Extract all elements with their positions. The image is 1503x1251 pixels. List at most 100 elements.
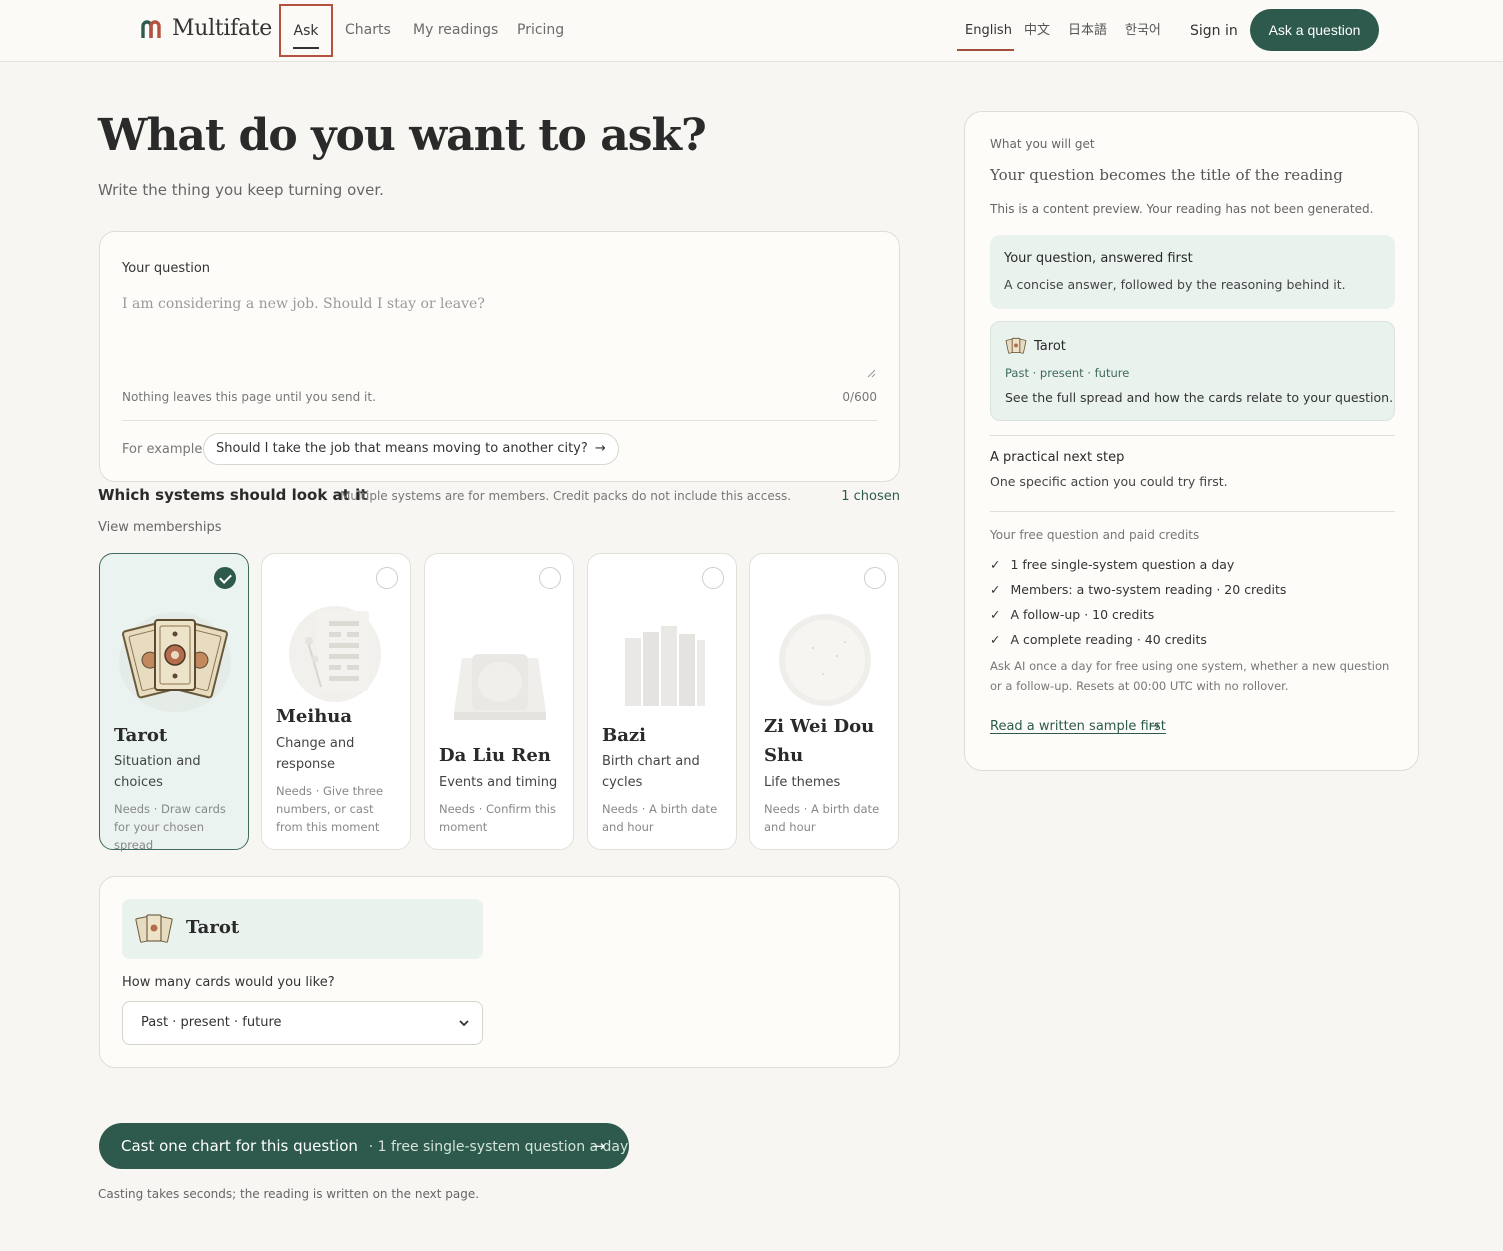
page-subtitle: Write the thing you keep turning over.: [98, 181, 384, 199]
cast-chart-label: Cast one chart for this question: [121, 1137, 358, 1155]
answer-preview-box: Your question, answered first A concise …: [990, 235, 1395, 309]
card-count-label: How many cards would you like?: [122, 975, 335, 990]
credit-text: 1 free single-system question a day: [1010, 557, 1235, 572]
question-card: Your question Nothing leaves this page u…: [99, 231, 900, 482]
view-memberships-link[interactable]: View memberships: [98, 520, 222, 535]
spread-select-value: Past · present · future: [141, 1015, 282, 1030]
privacy-note: Nothing leaves this page until you send …: [122, 390, 376, 404]
sample-reading-link[interactable]: Read a written sample first: [990, 719, 1166, 734]
free-question-note: Ask AI once a day for free using one sys…: [990, 659, 1390, 693]
system-needs: Needs · Give three numbers, or cast from…: [276, 784, 384, 834]
star-plate-icon: [779, 614, 871, 706]
lang-chinese[interactable]: 中文: [1024, 0, 1050, 60]
nav-ask[interactable]: Ask: [279, 4, 333, 57]
systems-note: Multiple systems are for members. Credit…: [340, 489, 792, 503]
credits-title: Your free question and paid credits: [990, 528, 1200, 542]
list-item: ✓ 1 free single-system question a day: [990, 552, 1286, 577]
sign-in-link[interactable]: Sign in: [1190, 0, 1238, 60]
tarot-preview-spread: Past · present · future: [1005, 366, 1130, 380]
divination-board-icon: [454, 654, 546, 720]
system-card-tarot[interactable]: Tarot Situation and choices Needs · Draw…: [99, 553, 249, 852]
tarot-options-header: Tarot: [122, 899, 483, 959]
logo[interactable]: Multifate: [140, 16, 272, 41]
system-card-bazi[interactable]: Bazi Birth chart and cycles Needs · A bi…: [587, 553, 737, 850]
answer-preview-title: Your question, answered first: [1004, 251, 1193, 266]
check-icon: ✓: [990, 582, 1001, 597]
example-label: For example: [122, 442, 203, 457]
divider: [990, 511, 1395, 512]
list-item: ✓ A complete reading · 40 credits: [990, 627, 1286, 652]
question-label: Your question: [122, 261, 211, 276]
panel-kicker: What you will get: [990, 137, 1095, 151]
next-step-title: A practical next step: [990, 450, 1125, 465]
system-name: Bazi: [602, 725, 646, 746]
system-needs: Needs · A birth date and hour: [602, 802, 718, 834]
preview-panel: What you will get Your question becomes …: [964, 111, 1419, 771]
system-card-da-liu-ren[interactable]: Da Liu Ren Events and timing Needs · Con…: [424, 553, 574, 850]
divider: [122, 420, 877, 421]
pillars-icon: [625, 626, 705, 706]
system-name: Da Liu Ren: [439, 745, 551, 766]
check-icon: ✓: [990, 607, 1001, 622]
system-checkbox-zi-wei-dou-shu[interactable]: [864, 567, 886, 589]
panel-title: Your question becomes the title of the r…: [990, 166, 1343, 184]
resize-handle-icon[interactable]: [866, 368, 876, 378]
next-step-text: One specific action you could try first.: [990, 474, 1228, 489]
question-input[interactable]: [122, 296, 878, 380]
lang-japanese[interactable]: 日本語: [1068, 0, 1107, 60]
system-needs: Needs · Confirm this moment: [439, 802, 556, 834]
cast-chart-button[interactable]: Cast one chart for this question · 1 fre…: [99, 1123, 629, 1169]
nav-my-readings[interactable]: My readings: [413, 0, 498, 60]
systems-chosen-count: 1 chosen: [841, 489, 900, 504]
lang-active-indicator: [957, 49, 1014, 51]
credits-list: ✓ 1 free single-system question a day ✓ Me…: [990, 552, 1286, 652]
system-checkbox-tarot[interactable]: [214, 567, 236, 589]
tarot-preview-text: See the full spread and how the cards re…: [1005, 390, 1394, 405]
example-question-text: Should I take the job that means moving …: [216, 441, 588, 456]
list-item: ✓ Members: a two-system reading · 20 cred…: [990, 577, 1286, 602]
check-icon: ✓: [990, 632, 1001, 647]
tarot-cards-icon: [1005, 337, 1027, 354]
system-needs: Needs · A birth date and hour: [764, 802, 880, 834]
nav-active-indicator: [293, 47, 319, 49]
credit-text: Members: a two-system reading · 20 credi…: [1010, 582, 1287, 597]
system-checkbox-bazi[interactable]: [702, 567, 724, 589]
system-checkbox-da-liu-ren[interactable]: [539, 567, 561, 589]
lang-english[interactable]: English: [965, 0, 1012, 60]
system-checkbox-meihua[interactable]: [376, 567, 398, 589]
system-card-zi-wei-dou-shu[interactable]: Zi Wei Dou Shu Life themes Needs · A bir…: [749, 553, 899, 850]
example-question-chip[interactable]: Should I take the job that means moving …: [203, 433, 619, 465]
lang-korean[interactable]: 한국어: [1125, 0, 1161, 60]
check-icon: ✓: [990, 557, 1001, 572]
answer-preview-text: A concise answer, followed by the reason…: [1004, 277, 1346, 292]
logo-icon: [141, 19, 161, 38]
system-description: Birth chart and cycles: [602, 754, 700, 790]
top-header: Multifate Ask Charts My readings Pricing…: [0, 0, 1503, 62]
spread-select[interactable]: Past · present · future: [122, 1001, 483, 1045]
system-description: Change and response: [276, 736, 355, 772]
system-card-meihua[interactable]: Meihua Change and response Needs · Give …: [261, 553, 411, 850]
tarot-cards-icon: [135, 914, 173, 943]
chevron-down-icon: [459, 1020, 469, 1027]
system-description: Events and timing: [439, 775, 558, 790]
tarot-preview-name: Tarot: [1034, 339, 1066, 354]
tarot-options-card: Tarot How many cards would you like? Pas…: [99, 876, 900, 1068]
credit-text: A complete reading · 40 credits: [1010, 632, 1207, 647]
system-name: Tarot: [114, 725, 168, 746]
hexagram-scroll-icon: [289, 606, 381, 702]
systems-heading: Which systems should look at it: [98, 486, 368, 504]
arrow-right-icon: →: [1149, 719, 1160, 734]
arrow-right-icon: →: [592, 1137, 605, 1155]
list-item: ✓ A follow-up · 10 credits: [990, 602, 1286, 627]
system-needs: Needs · Draw cards for your chosen sprea…: [114, 802, 226, 852]
arrow-right-icon: →: [594, 441, 606, 456]
divider: [990, 435, 1395, 436]
panel-subtitle: This is a content preview. Your reading …: [990, 202, 1374, 216]
system-name: Meihua: [276, 706, 353, 727]
system-description: Life themes: [764, 775, 841, 790]
nav-charts[interactable]: Charts: [345, 0, 391, 60]
tarot-preview-box: Tarot Past · present · future See the fu…: [990, 321, 1395, 421]
nav-pricing[interactable]: Pricing: [517, 0, 564, 60]
cast-chart-sub: · 1 free single-system question a day: [368, 1139, 629, 1155]
ask-question-button[interactable]: Ask a question: [1250, 9, 1379, 51]
